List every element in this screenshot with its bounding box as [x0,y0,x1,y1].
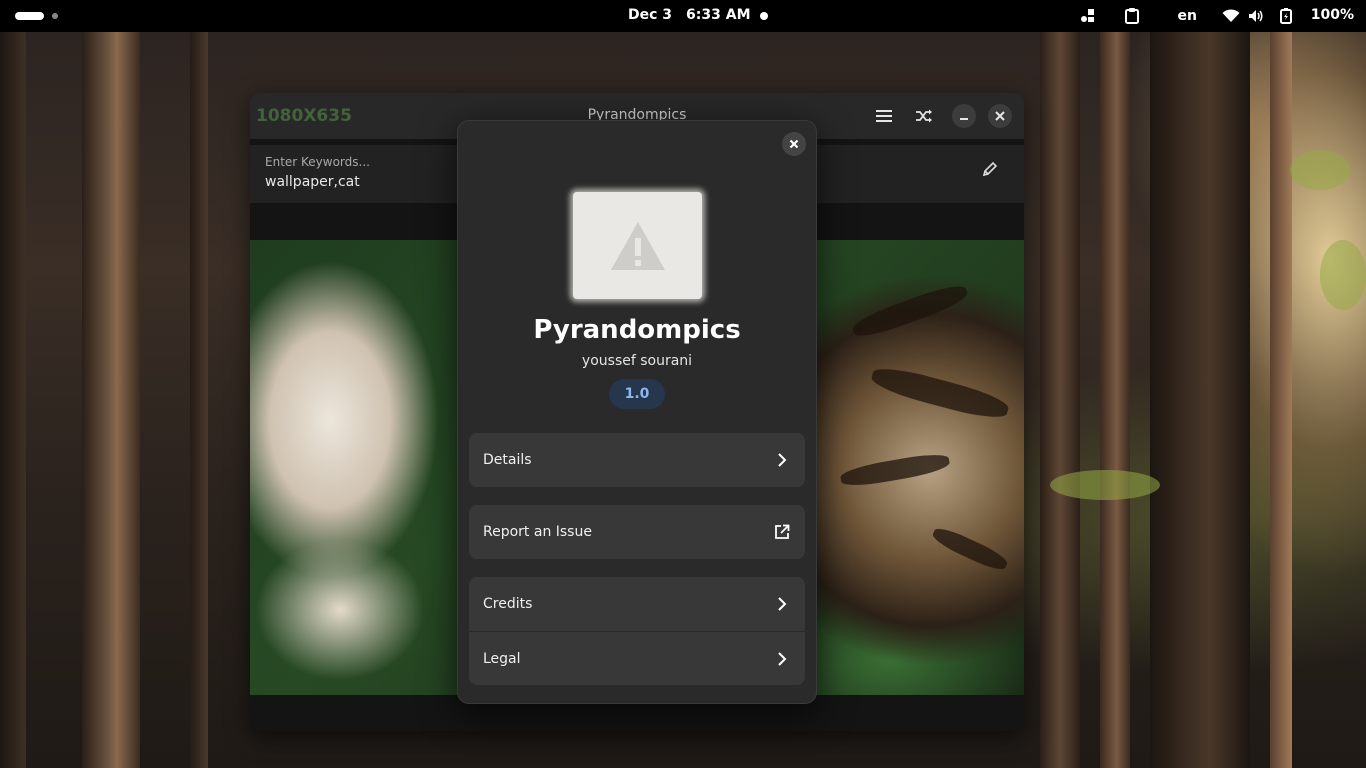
about-app-name: Pyrandompics [533,315,741,345]
battery-percentage[interactable]: 100% [1311,7,1354,23]
notification-dot-icon [760,12,768,20]
legal-label: Legal [483,650,521,667]
tree-trunk [1270,32,1292,768]
about-close-button[interactable] [782,132,806,156]
minimize-button[interactable] [952,104,976,128]
edit-keywords-button[interactable] [982,161,998,181]
fur-stripe [929,523,1011,575]
tree-trunk [0,32,26,768]
shuffle-icon [916,109,932,123]
activities-button[interactable] [15,12,58,20]
time-label: 6:33 AM [686,7,751,23]
credits-legal-card: Credits Legal [469,577,805,685]
pencil-icon [982,161,998,177]
close-icon [789,139,799,149]
about-dialog: Pyrandompics youssef sourani 1.0 Details… [457,120,817,704]
wifi-icon[interactable] [1222,9,1240,23]
credits-row[interactable]: Credits [469,577,805,631]
tree-trunk [1100,32,1130,768]
report-issue-row[interactable]: Report an Issue [469,505,805,559]
keywords-placeholder: Enter Keywords... [265,155,370,169]
keyboard-layout-button[interactable]: en [1178,8,1197,24]
details-label: Details [483,452,532,468]
foliage [1320,240,1366,310]
foliage [1050,470,1160,500]
legal-row[interactable]: Legal [469,631,805,685]
warning-icon [610,221,665,270]
foliage [1290,150,1350,190]
version-badge[interactable]: 1.0 [609,379,665,409]
apps-tray-icon[interactable] [1081,9,1095,23]
chevron-right-icon [773,650,791,668]
report-issue-label: Report an Issue [483,524,592,540]
shuffle-button[interactable] [911,103,937,129]
battery-icon[interactable] [1280,8,1292,24]
tree-trunk [1040,32,1080,768]
keywords-value[interactable]: wallpaper,cat [265,174,360,190]
minimize-icon [960,118,968,120]
tree-trunk [1150,32,1250,768]
fur-stripe [849,280,971,342]
external-link-icon [773,523,791,541]
clipboard-icon[interactable] [1125,8,1139,24]
issue-card: Report an Issue [469,505,805,559]
details-card: Details [469,433,805,487]
chevron-right-icon [773,595,791,613]
date-label: Dec 3 [628,7,673,23]
tree-trunk [190,32,208,768]
credits-label: Credits [483,596,533,612]
hamburger-icon [876,110,892,122]
menu-button[interactable] [871,103,897,129]
about-developer-name: youssef sourani [581,353,693,369]
workspace-indicator-active [15,12,44,20]
chevron-right-icon [773,451,791,469]
volume-icon[interactable] [1248,9,1264,23]
fur-stripe [869,362,1011,424]
fur-stripe [839,450,951,490]
clock-button[interactable]: Dec 3 6:33 AM [628,7,751,23]
top-bar: Dec 3 6:33 AM en 100% [0,0,1366,32]
close-icon [995,111,1005,121]
details-row[interactable]: Details [469,433,805,487]
app-icon [573,192,702,299]
workspace-indicator [52,13,58,19]
tree-trunk [82,32,140,768]
close-window-button[interactable] [988,104,1012,128]
